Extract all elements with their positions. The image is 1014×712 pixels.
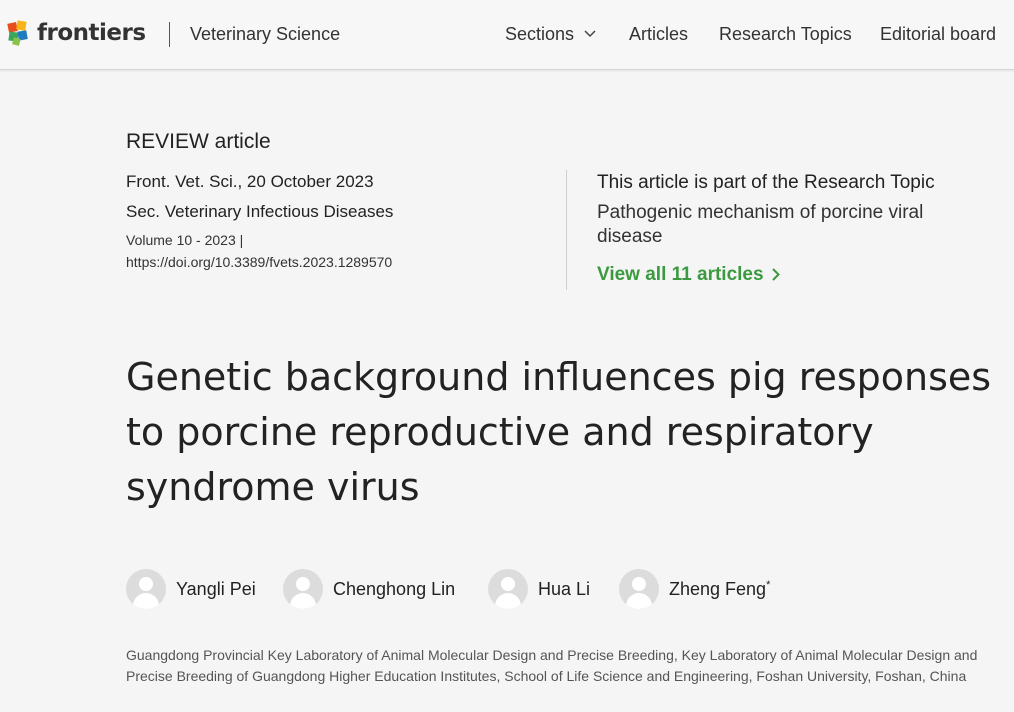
research-topic-heading: This article is part of the Research Top… — [597, 172, 935, 193]
author-item[interactable]: Hua Li — [488, 569, 590, 609]
research-topic-name[interactable]: Pathogenic mechanism of porcine viral di… — [597, 201, 977, 249]
top-navigation-bar: frontiers Veterinary Science Sections Ar… — [0, 0, 1014, 70]
doi-link[interactable]: https://doi.org/10.3389/fvets.2023.12895… — [126, 254, 392, 270]
corresponding-author-mark: * — [766, 578, 771, 591]
author-affiliation: Guangdong Provincial Key Laboratory of A… — [126, 647, 978, 684]
brand-name: frontiers — [37, 20, 146, 46]
frontiers-logo[interactable]: frontiers — [6, 18, 146, 48]
avatar — [619, 569, 659, 609]
nav-research-topics[interactable]: Research Topics — [719, 24, 852, 45]
author-name: Chenghong Lin — [333, 578, 456, 599]
author-name: Hua Li — [538, 578, 591, 599]
article-type: REVIEW article — [126, 130, 271, 153]
article-volume: Volume 10 - 2023 | — [126, 232, 244, 248]
journal-name-link[interactable]: Veterinary Science — [190, 24, 340, 45]
author-item[interactable]: Zheng Feng* — [619, 569, 770, 609]
nav-sections-label: Sections — [505, 24, 575, 44]
author-item[interactable]: Yangli Pei — [126, 569, 256, 609]
article-section[interactable]: Sec. Veterinary Infectious Diseases — [126, 202, 393, 222]
chevron-right-icon — [771, 265, 780, 287]
view-all-articles-label: View all 11 articles — [597, 264, 764, 285]
nav-sections[interactable]: Sections — [505, 24, 596, 45]
article-title: Genetic background influences pig respon… — [126, 355, 992, 509]
frontiers-logo-icon — [6, 19, 32, 47]
meta-divider — [566, 170, 567, 290]
author-name: Zheng Feng* — [669, 578, 771, 599]
header-divider — [169, 22, 170, 47]
author-item[interactable]: Chenghong Lin — [283, 569, 455, 609]
author-name: Yangli Pei — [176, 578, 256, 599]
journal-date: Front. Vet. Sci., 20 October 2023 — [126, 172, 374, 191]
avatar — [126, 569, 166, 609]
chevron-down-icon — [584, 22, 596, 43]
avatar — [488, 569, 528, 609]
avatar — [283, 569, 323, 609]
nav-articles[interactable]: Articles — [629, 24, 688, 45]
view-all-articles-link[interactable]: View all 11 articles — [597, 264, 780, 286]
nav-editorial-board[interactable]: Editorial board — [880, 24, 996, 45]
